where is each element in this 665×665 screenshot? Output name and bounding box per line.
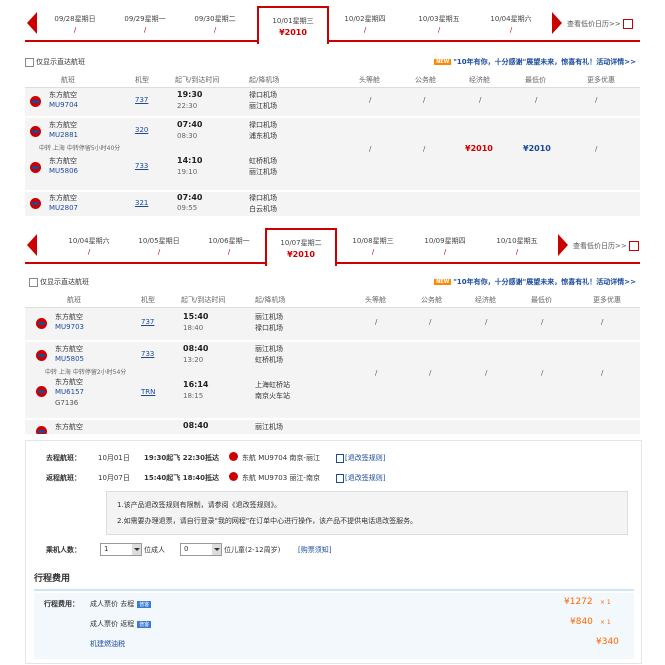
next-dates-arrow-icon[interactable] [552,12,562,34]
cost-multiplier: × 1 [600,619,611,626]
cost-item-name: 成人票价 返程 普客 [90,620,152,628]
fare-badge: 普客 [137,621,152,628]
cost-label: 行程费用： [44,600,79,608]
flight-table-header: 航班 机型 起飞/到达时间 起/降机场 头等舱 公务舱 经济舱 最低价 更多优惠 [25,292,640,308]
china-eastern-logo-icon [36,426,47,434]
refund-notes-box: 1.该产品退改签规则有限制，请参阅《退改签规则》。 2.如需要办理退票，请自行登… [106,491,628,535]
date-tab[interactable]: 10/04星期六 / [55,230,123,262]
new-tag: NEW [434,279,452,285]
china-eastern-logo-icon [30,162,41,173]
cost-section-title: 行程费用 [34,571,634,591]
china-eastern-logo-icon [36,350,47,361]
china-eastern-logo-icon [30,126,41,137]
outbound-rules-link[interactable]: [退改签规则] [336,453,385,463]
adult-count-select[interactable]: 1 [100,543,142,556]
chevron-down-icon [132,544,141,555]
date-tab[interactable]: 09/28星期日 / [41,8,109,40]
outbound-label: 去程航班： [46,454,81,462]
china-eastern-logo-icon [36,318,47,329]
flight-row[interactable]: 东方航空 MU9704 737 19:30 22:30 禄口机场 丽江机场 / … [25,88,640,118]
promo-link[interactable]: NEW "10年有你，十分感谢"展望未来，惊喜有礼！活动详情>> [434,277,636,287]
date-tab[interactable]: 10/03星期五 / [405,8,473,40]
date-tab[interactable]: 10/04星期六 / [477,8,545,40]
booking-summary: 去程航班： 10月01日 19:30起飞 22:30抵达 东航 MU9704 南… [25,440,642,664]
calendar-icon [622,19,633,29]
next-dates-arrow-icon[interactable] [558,234,568,256]
economy-price[interactable]: ¥2010 [465,144,493,153]
lowest-price[interactable]: ¥2010 [523,144,551,153]
passenger-count-label: 乘机人数： [46,546,81,554]
return-label: 返程航班： [46,474,81,482]
cost-item-name: 成人票价 去程 普客 [90,600,152,608]
option-row: 仅显示直达航班 NEW "10年有你，十分感谢"展望未来，惊喜有礼！活动详情>> [25,56,640,72]
date-tab[interactable]: 09/30星期二 / [181,8,249,40]
child-count-select[interactable]: 0 [180,543,222,556]
prev-dates-arrow-icon[interactable] [27,12,37,34]
china-eastern-logo-icon [30,198,41,209]
transfer-note: 中转 上海 中转停留2小时54分 [45,369,127,376]
cost-price: ¥340 [596,637,619,647]
direct-only-checkbox[interactable] [25,58,34,67]
outbound-flight-panel: 09/28星期日/ 09/29星期一/ 09/30星期二/ 10/01星期三 ¥2… [25,6,640,220]
date-tab[interactable]: 10/06星期一 / [195,230,263,262]
date-tab[interactable]: 10/02星期四 / [331,8,399,40]
transfer-flight-row[interactable]: 东方航空 MU5805 733 08:40 13:20 丽江机场 虹桥机场 中转… [25,342,640,420]
china-eastern-logo-icon [229,452,238,461]
low-price-calendar-link[interactable]: 查看低价日历>> [573,241,639,251]
date-tab-selected[interactable]: 10/07星期二 ¥2010 [265,228,337,266]
return-rules-link[interactable]: [退改签规则] [336,473,385,483]
flight-row[interactable]: 东方航空 08:40 丽江机场 [25,420,640,436]
date-tab[interactable]: 10/10星期五 / [483,230,551,262]
flight-row[interactable]: 东方航空 MU9703 737 15:40 18:40 丽江机场 禄口机场 / … [25,308,640,342]
cost-multiplier: × 1 [600,599,611,606]
transfer-note: 中转 上海 中转停留5小时40分 [39,145,121,152]
direct-only-checkbox[interactable] [29,278,38,287]
cost-price: ¥1272 [564,597,593,607]
booking-notice-link[interactable]: [购票须知] [298,545,331,555]
transfer-flight-row[interactable]: 东方航空 MU2881 320 07:40 08:30 禄口机场 浦东机场 中转… [25,118,640,192]
date-bar: 09/28星期日/ 09/29星期一/ 09/30星期二/ 10/01星期三 ¥2… [25,6,640,44]
low-price-calendar-link[interactable]: 查看低价日历>> [567,19,633,29]
new-tag: NEW [434,59,452,65]
flight-row[interactable]: 东方航空 MU2807 321 07:40 09:55 禄口机场 白云机场 [25,192,640,218]
return-flight-panel: 10/04星期六/ 10/05星期日/ 10/06星期一/ 10/07星期二 ¥2… [25,228,640,438]
china-eastern-logo-icon [36,386,47,397]
date-tab[interactable]: 10/09星期四 / [411,230,479,262]
prev-dates-arrow-icon[interactable] [27,234,37,256]
cost-price: ¥840 [570,617,593,627]
document-icon [336,473,344,483]
date-tab[interactable]: 10/08星期三 / [339,230,407,262]
fare-badge: 普客 [137,601,152,608]
date-tab[interactable]: 09/29星期一 / [111,8,179,40]
date-bar: 10/04星期六/ 10/05星期日/ 10/06星期一/ 10/07星期二 ¥2… [25,228,640,266]
date-tab-selected[interactable]: 10/01星期三 ¥2010 [257,6,329,44]
chevron-down-icon [212,544,221,555]
calendar-icon [628,241,639,251]
direct-only-label: 仅显示直达航班 [40,278,89,286]
tax-fee-link[interactable]: 机建燃油税 [90,639,125,649]
cost-box: 行程费用： 成人票价 去程 普客 ¥1272 × 1 成人票价 返程 普客 ¥840… [34,593,634,659]
direct-only-label: 仅显示直达航班 [36,58,85,66]
date-tab[interactable]: 10/05星期日 / [125,230,193,262]
promo-link[interactable]: NEW "10年有你，十分感谢"展望未来，惊喜有礼！活动详情>> [434,57,636,67]
flight-table-header: 航班 机型 起飞/到达时间 起/降机场 头等舱 公务舱 经济舱 最低价 更多优惠 [25,72,640,88]
document-icon [336,453,344,463]
option-row: 仅显示直达航班 NEW "10年有你，十分感谢"展望未来，惊喜有礼！活动详情>> [25,276,640,292]
china-eastern-logo-icon [30,96,41,107]
china-eastern-logo-icon [229,472,238,481]
